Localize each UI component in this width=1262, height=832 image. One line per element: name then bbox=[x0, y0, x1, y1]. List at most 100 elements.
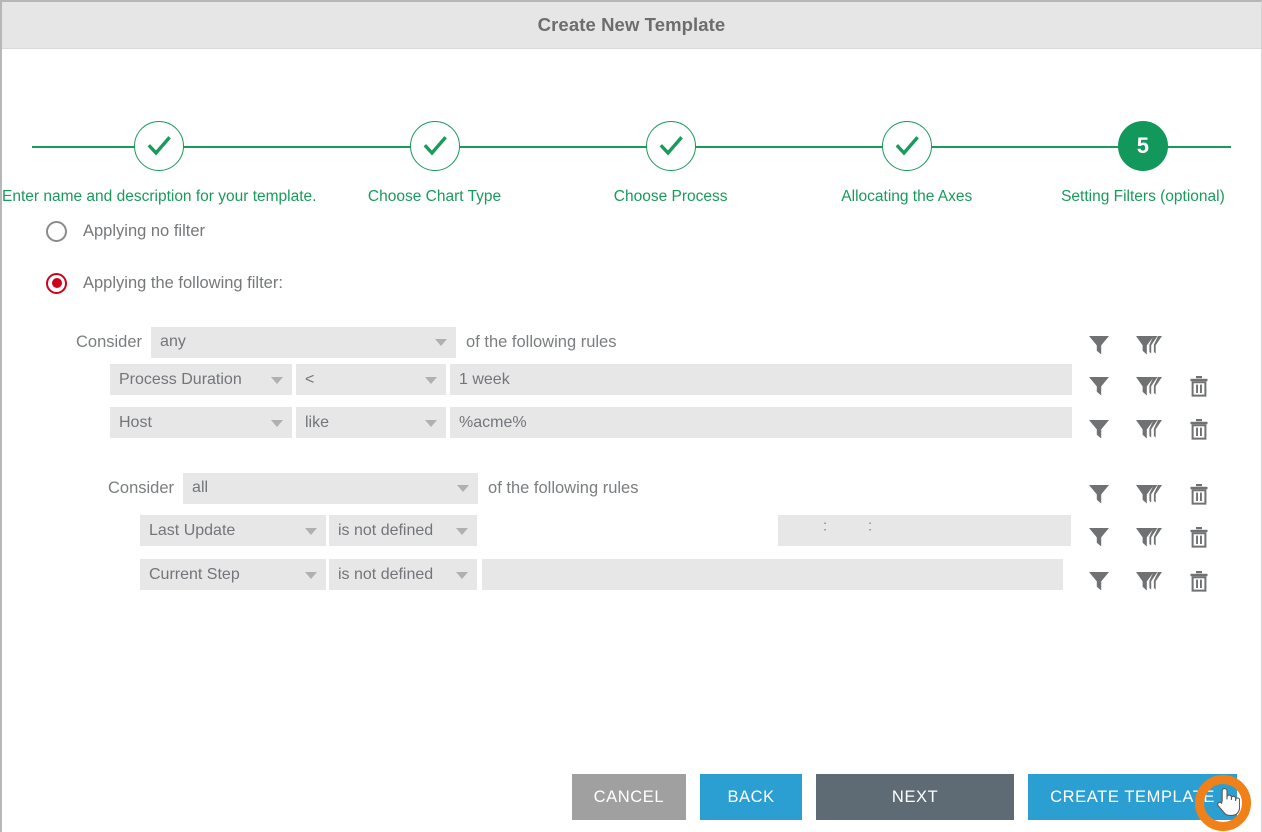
group-2-add-filter-button[interactable] bbox=[1074, 482, 1124, 506]
chevron-down-icon bbox=[271, 377, 283, 384]
filter-icon bbox=[1086, 525, 1112, 549]
rule-2-1-add-filter-group-button[interactable] bbox=[1124, 525, 1174, 549]
trash-icon bbox=[1187, 417, 1211, 441]
rule-2-2-add-filter-group-button[interactable] bbox=[1124, 569, 1174, 593]
rule-2-1-operator-select[interactable]: is not defined bbox=[329, 515, 477, 546]
wizard-step-5[interactable]: 5 Setting Filters (optional) bbox=[1025, 49, 1261, 206]
rule-1-1-add-filter-button[interactable] bbox=[1074, 374, 1124, 398]
wizard-step-2[interactable]: Choose Chart Type bbox=[316, 49, 552, 206]
trash-icon bbox=[1187, 482, 1211, 506]
chevron-down-icon bbox=[457, 485, 469, 492]
rule-2-2-value-input[interactable] bbox=[482, 559, 1063, 590]
create-template-dialog: Create New Template Enter name and descr… bbox=[0, 0, 1262, 832]
chevron-down-icon bbox=[305, 528, 317, 535]
rule-2-1-field-select[interactable]: Last Update bbox=[140, 515, 326, 546]
rule-1-1-field-value: Process Duration bbox=[119, 371, 242, 389]
step-5-number: 5 bbox=[1137, 135, 1149, 157]
filter-icon bbox=[1086, 482, 1112, 506]
group-2-match-select[interactable]: all bbox=[183, 473, 478, 504]
group-1-add-filter-group-button[interactable] bbox=[1124, 333, 1174, 357]
check-icon bbox=[144, 131, 174, 161]
filter-icon bbox=[1086, 417, 1112, 441]
filter-rule-row: Host like %acme% bbox=[2, 407, 1261, 450]
filter-group-2-header: Consider all of the following rules bbox=[2, 472, 1261, 515]
radio-icon-unchecked[interactable] bbox=[46, 221, 67, 242]
step-4-marker bbox=[882, 121, 932, 171]
rule-1-1-delete-button[interactable] bbox=[1174, 374, 1224, 398]
step-1-marker bbox=[134, 121, 184, 171]
group-1-match-select[interactable]: any bbox=[151, 327, 456, 358]
rule-2-1-add-filter-button[interactable] bbox=[1074, 525, 1124, 549]
rule-2-1-datetime-input[interactable]: : : bbox=[778, 515, 1071, 546]
filter-icon bbox=[1086, 569, 1112, 593]
rule-2-1-operator-value: is not defined bbox=[338, 522, 433, 540]
rule-2-1-separator-2: : bbox=[868, 519, 872, 534]
chevron-down-icon bbox=[425, 377, 437, 384]
group-1-consider-label: Consider bbox=[76, 333, 142, 352]
rule-1-1-value-input[interactable]: 1 week bbox=[450, 364, 1072, 395]
step-5-marker: 5 bbox=[1118, 121, 1168, 171]
filter-builder: Consider any of the following rules bbox=[2, 326, 1261, 603]
chevron-down-icon bbox=[305, 572, 317, 579]
group-2-suffix-label: of the following rules bbox=[488, 479, 638, 498]
chevron-down-icon bbox=[271, 420, 283, 427]
filter-group-icon bbox=[1134, 333, 1164, 357]
rule-2-2-delete-button[interactable] bbox=[1174, 569, 1224, 593]
wizard-step-4[interactable]: Allocating the Axes bbox=[789, 49, 1025, 206]
check-icon bbox=[420, 131, 450, 161]
filter-group-icon bbox=[1134, 482, 1164, 506]
radio-icon-checked[interactable] bbox=[46, 273, 67, 294]
rule-1-1-operator-select[interactable]: < bbox=[296, 364, 446, 395]
rule-2-1-separator-1: : bbox=[823, 519, 827, 534]
radio-applying-following-filter[interactable]: Applying the following filter: bbox=[46, 266, 1261, 300]
group-2-match-value: all bbox=[192, 479, 208, 497]
radio-applying-following-filter-label: Applying the following filter: bbox=[83, 274, 283, 293]
rule-2-2-field-value: Current Step bbox=[149, 566, 240, 584]
rule-2-1-delete-button[interactable] bbox=[1174, 525, 1224, 549]
wizard-step-1[interactable]: Enter name and description for your temp… bbox=[2, 49, 316, 206]
step-1-label: Enter name and description for your temp… bbox=[2, 188, 316, 206]
cancel-button[interactable]: CANCEL bbox=[572, 774, 687, 820]
rule-2-2-field-select[interactable]: Current Step bbox=[140, 559, 326, 590]
rule-1-1-field-select[interactable]: Process Duration bbox=[110, 364, 292, 395]
rule-2-2-operator-value: is not defined bbox=[338, 566, 433, 584]
rule-1-2-value-text: %acme% bbox=[459, 414, 527, 432]
filter-rule-row: Last Update is not defined : : bbox=[2, 515, 1261, 559]
group-2-delete-button[interactable] bbox=[1174, 482, 1224, 506]
group-2-add-filter-group-button[interactable] bbox=[1124, 482, 1174, 506]
rule-1-2-operator-select[interactable]: like bbox=[296, 407, 446, 438]
wizard-step-3[interactable]: Choose Process bbox=[553, 49, 789, 206]
filter-group-icon bbox=[1134, 374, 1164, 398]
rule-1-2-delete-button[interactable] bbox=[1174, 417, 1224, 441]
filter-group-icon bbox=[1134, 525, 1164, 549]
step-4-label: Allocating the Axes bbox=[841, 188, 972, 206]
rule-1-1-operator-value: < bbox=[305, 371, 314, 389]
radio-applying-no-filter-label: Applying no filter bbox=[83, 222, 205, 241]
radio-applying-no-filter[interactable]: Applying no filter bbox=[46, 214, 1261, 248]
rule-2-2-operator-select[interactable]: is not defined bbox=[329, 559, 477, 590]
group-1-suffix-label: of the following rules bbox=[466, 333, 616, 352]
dialog-footer: CANCEL BACK NEXT CREATE TEMPLATE bbox=[2, 774, 1261, 820]
rule-1-2-add-filter-button[interactable] bbox=[1074, 417, 1124, 441]
chevron-down-icon bbox=[435, 339, 447, 346]
trash-icon bbox=[1187, 374, 1211, 398]
trash-icon bbox=[1187, 569, 1211, 593]
wizard-stepper: Enter name and description for your temp… bbox=[2, 49, 1261, 164]
check-icon bbox=[656, 131, 686, 161]
filter-rule-row: Process Duration < 1 week bbox=[2, 364, 1261, 407]
rule-1-1-add-filter-group-button[interactable] bbox=[1124, 374, 1174, 398]
step-3-label: Choose Process bbox=[614, 188, 728, 206]
group-1-add-filter-button[interactable] bbox=[1074, 333, 1124, 357]
rule-1-2-value-input[interactable]: %acme% bbox=[450, 407, 1072, 438]
rule-2-2-add-filter-button[interactable] bbox=[1074, 569, 1124, 593]
create-template-button[interactable]: CREATE TEMPLATE bbox=[1028, 774, 1237, 820]
filter-mode-radio-group: Applying no filter Applying the followin… bbox=[2, 214, 1261, 300]
back-button[interactable]: BACK bbox=[700, 774, 802, 820]
filter-icon bbox=[1086, 333, 1112, 357]
filter-icon bbox=[1086, 374, 1112, 398]
rule-1-2-add-filter-group-button[interactable] bbox=[1124, 417, 1174, 441]
group-2-consider-label: Consider bbox=[108, 479, 174, 498]
rule-1-2-field-select[interactable]: Host bbox=[110, 407, 292, 438]
next-button[interactable]: NEXT bbox=[816, 774, 1014, 820]
step-5-label: Setting Filters (optional) bbox=[1061, 188, 1225, 206]
